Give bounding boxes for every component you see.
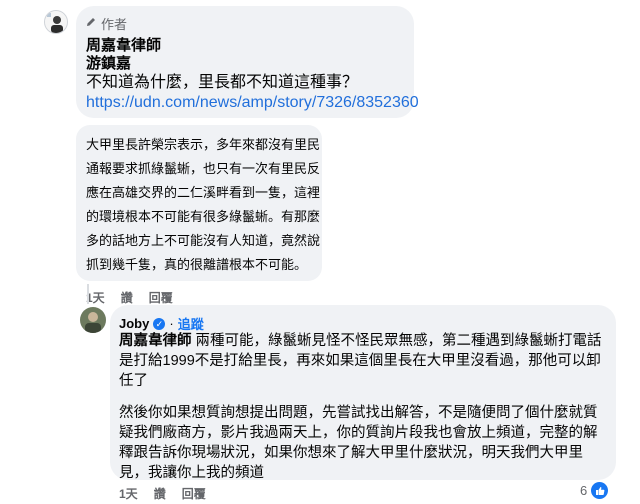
quote-line: 的環境根本不可能有很多綠鬣蜥。有那麼: [86, 209, 321, 224]
like-icon: [591, 482, 609, 499]
tagged-name[interactable]: 周嘉韋律師: [119, 333, 192, 349]
reply-text: 周嘉韋律師 兩種可能，綠鬣蜥見怪不怪民眾無感，第二種遇到綠鬣蜥打電話 是打給19…: [119, 331, 611, 483]
reaction-count: 6: [580, 483, 588, 498]
separator-dot: ·: [169, 316, 174, 331]
reply-avatar[interactable]: [80, 307, 106, 333]
quote-line: 多的話地方上不可能沒有人知道，竟然說: [86, 233, 321, 248]
reply-line: 是打給1999不是打給里長，再來如果這個里長在大甲里沒看過，那他可以卸: [119, 353, 601, 369]
author-badge-label: 作者: [101, 17, 128, 32]
comment-text: 不知道為什麼，里長都不知道這種事？: [86, 74, 359, 91]
reply-button[interactable]: 回覆: [149, 289, 173, 306]
quote-line: 大甲里長許榮宗表示，多年來都沒有里民: [86, 137, 321, 152]
reply-line: 然後你如果想質詢想提出問題，先嘗試找出解答，不是隨便問了個什麼就質: [119, 405, 598, 421]
reply-line: 見，我讓你上我的頻道: [119, 465, 264, 481]
pen-icon: [85, 16, 97, 31]
reply-line: 釋跟告訴你現場狀況，如果你想來了解大甲里什麼狀況，明天我們大甲里: [119, 445, 583, 461]
reply-author[interactable]: Joby: [119, 316, 149, 331]
quote-line: 抓到幾千隻，真的很離譜根本不可能。: [86, 257, 308, 272]
like-button[interactable]: 讚: [154, 485, 166, 502]
quote-text: 大甲里長許榮宗表示，多年來都沒有里民 通報要求抓綠鬣蜥，也只有一次有里民反 應在…: [86, 133, 321, 277]
thread-line: [87, 284, 89, 304]
quote-line: 應在高雄交界的二仁溪畔看到一隻，這裡: [86, 185, 321, 200]
quote-line: 通報要求抓綠鬣蜥，也只有一次有里民反: [86, 161, 321, 176]
comment-actions: 1天 讚 回覆: [86, 289, 173, 306]
reply-actions: 1天 讚 回覆: [119, 485, 206, 502]
reply-button[interactable]: 回覆: [182, 485, 206, 502]
reply-line: 任了: [119, 373, 148, 389]
timestamp[interactable]: 1天: [119, 485, 138, 502]
reaction-summary[interactable]: 6: [580, 482, 609, 499]
verified-icon: ✓: [153, 317, 166, 330]
reply-line: 周嘉韋律師 兩種可能，綠鬣蜥見怪不怪民眾無感，第二種遇到綠鬣蜥打電話: [119, 333, 602, 349]
avatar[interactable]: [44, 10, 68, 34]
reply-line: 疑我們廠商方，影片我過兩天上，你的質詢片段我也會放上頻道，完整的解: [119, 425, 598, 441]
like-button[interactable]: 讚: [121, 289, 133, 306]
comment-link[interactable]: https://udn.com/news/amp/story/7326/8352…: [86, 94, 419, 112]
author-badge: 作者: [85, 14, 127, 33]
